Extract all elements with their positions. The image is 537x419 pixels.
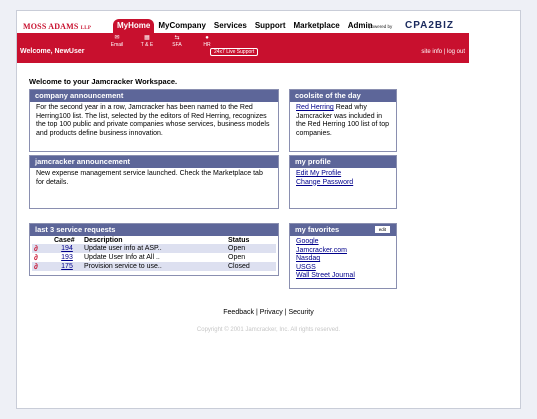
- moss-adams-logo[interactable]: MOSS ADAMS LLP: [23, 22, 91, 31]
- subnav-sfa-label: SFA: [172, 42, 182, 48]
- live-support-button[interactable]: 24x7 Live Support: [210, 48, 259, 56]
- case-cell: 175: [52, 262, 82, 271]
- favorite-link-google[interactable]: Google: [296, 238, 319, 245]
- cpa2biz-logo: CPA2BIZ: [405, 20, 455, 31]
- description-column-header: Description: [84, 237, 123, 244]
- subnav-hr-label: HR: [203, 42, 211, 48]
- favorite-link-jamcracker[interactable]: Jamcracker.com: [296, 247, 347, 254]
- powered-by-label: powered by: [369, 24, 393, 29]
- favorites-links: Google Jamcracker.com Nasdaq USGS Wall S…: [290, 236, 396, 283]
- subnav-sfa[interactable]: ⇆ SFA: [165, 34, 189, 48]
- case-link[interactable]: 175: [61, 263, 73, 270]
- site-info-link[interactable]: site info: [421, 49, 442, 55]
- logo-suffix: LLP: [80, 26, 92, 31]
- status-cell: Open: [226, 244, 276, 253]
- browser-frame: MOSS ADAMS LLP MyHome MyCompany Services…: [16, 10, 521, 409]
- panel-header: last 3 service requests: [30, 224, 278, 236]
- request-icon-glyph: ∂: [34, 262, 38, 271]
- header-band: ✉ Email ▦ T & E ⇆ SFA ● HR Welcome, NewU…: [17, 33, 469, 63]
- edit-favorites-button[interactable]: edit: [374, 226, 390, 233]
- favorite-link-wsj[interactable]: Wall Street Journal: [296, 272, 355, 279]
- my-profile-panel: my profile Edit My Profile Change Passwo…: [289, 155, 397, 209]
- tab-support[interactable]: Support: [251, 19, 290, 33]
- subnav-email[interactable]: ✉ Email: [105, 34, 129, 48]
- sub-nav: ✉ Email ▦ T & E ⇆ SFA ● HR: [105, 34, 225, 48]
- case-cell: 193: [52, 253, 82, 262]
- status-cell: Closed: [226, 262, 276, 271]
- subnav-te[interactable]: ▦ T & E: [135, 34, 159, 48]
- favorites-title: my favorites: [295, 225, 340, 234]
- welcome-message: Welcome, NewUser: [20, 48, 85, 55]
- tab-mycompany[interactable]: MyCompany: [154, 19, 210, 33]
- footer-separator: |: [284, 309, 287, 316]
- jamcracker-announcement-text: New expense management service launched.…: [36, 170, 263, 186]
- request-icon: ∂: [32, 253, 52, 262]
- coolsite-panel: coolsite of the day Red Herring Read why…: [289, 89, 397, 152]
- company-announcement-text: For the second year in a row, Jamcracker…: [36, 104, 270, 137]
- arrows-icon: ⇆: [174, 35, 180, 41]
- copyright-text: Copyright © 2001 Jamcracker, Inc. All ri…: [196, 327, 341, 333]
- request-icon: ∂: [32, 262, 52, 271]
- footer-links: Feedback | Privacy | Security: [17, 309, 520, 316]
- panel-header: company announcement: [30, 90, 278, 102]
- panel-header: my favorites edit: [290, 224, 396, 236]
- calendar-icon: ▦: [144, 35, 150, 41]
- tab-services[interactable]: Services: [210, 19, 251, 33]
- coolsite-text: Red Herring Read why Jamcracker was incl…: [290, 102, 396, 140]
- change-password-link[interactable]: Change Password: [296, 179, 353, 186]
- favorite-link-usgs[interactable]: USGS: [296, 264, 316, 271]
- table-header-row: Case# Description Status: [32, 237, 276, 244]
- jamcracker-announcement-panel: jamcracker announcement New expense mana…: [29, 155, 279, 209]
- description-cell: Provision service to use..: [82, 262, 226, 271]
- company-announcement-panel: company announcement For the second year…: [29, 89, 279, 152]
- top-links: site info | log out: [421, 49, 465, 55]
- favorite-link-nasdaq[interactable]: Nasdaq: [296, 255, 320, 262]
- icon-column-header: [32, 237, 52, 244]
- envelope-icon: ✉: [114, 35, 120, 41]
- security-link[interactable]: Security: [288, 309, 313, 316]
- tab-marketplace[interactable]: Marketplace: [290, 19, 344, 33]
- feedback-link[interactable]: Feedback: [223, 309, 254, 316]
- logo-name: MOSS ADAMS: [23, 22, 79, 31]
- privacy-link[interactable]: Privacy: [260, 309, 283, 316]
- main-nav: MyHome MyCompany Services Support Market…: [113, 19, 377, 33]
- request-icon: ∂: [32, 244, 52, 253]
- red-herring-link[interactable]: Red Herring: [296, 104, 334, 111]
- my-favorites-panel: my favorites edit Google Jamcracker.com …: [289, 223, 397, 289]
- subnav-email-label: Email: [110, 42, 124, 48]
- person-icon: ●: [205, 35, 209, 41]
- table-row: ∂ 194 Update user info at ASP.. Open: [32, 244, 276, 253]
- panel-header: jamcracker announcement: [30, 156, 278, 168]
- description-cell: Update user info at ASP..: [82, 244, 226, 253]
- top-links-separator: |: [443, 49, 446, 55]
- edit-profile-link[interactable]: Edit My Profile: [296, 170, 341, 177]
- log-out-link[interactable]: log out: [447, 49, 465, 55]
- table-row: ∂ 175 Provision service to use.. Closed: [32, 262, 276, 271]
- case-cell: 194: [52, 244, 82, 253]
- panel-header: my profile: [290, 156, 396, 168]
- service-requests-table: Case# Description Status ∂ 194 Update us…: [32, 237, 276, 271]
- table-row: ∂ 193 Update User Info at All .. Open: [32, 253, 276, 262]
- service-requests-panel: last 3 service requests Case# Descriptio…: [29, 223, 279, 276]
- request-icon-glyph: ∂: [34, 253, 38, 262]
- page-title: Welcome to your Jamcracker Workspace.: [29, 77, 178, 86]
- subnav-hr[interactable]: ● HR: [195, 34, 219, 48]
- profile-links: Edit My Profile Change Password: [290, 168, 396, 189]
- footer-separator: |: [255, 309, 258, 316]
- status-column-header: Status: [228, 237, 250, 244]
- tab-myhome[interactable]: MyHome: [113, 19, 155, 33]
- subnav-te-label: T & E: [140, 42, 154, 48]
- service-requests-body: Case# Description Status ∂ 194 Update us…: [30, 236, 278, 272]
- description-cell: Update User Info at All ..: [84, 254, 160, 261]
- request-icon-glyph: ∂: [34, 244, 38, 253]
- panel-header: coolsite of the day: [290, 90, 396, 102]
- case-column-header: Case#: [54, 237, 75, 244]
- top-bar: MOSS ADAMS LLP MyHome MyCompany Services…: [21, 19, 473, 33]
- status-cell: Open: [228, 254, 246, 261]
- case-link[interactable]: 194: [61, 245, 73, 252]
- case-link[interactable]: 193: [61, 254, 73, 261]
